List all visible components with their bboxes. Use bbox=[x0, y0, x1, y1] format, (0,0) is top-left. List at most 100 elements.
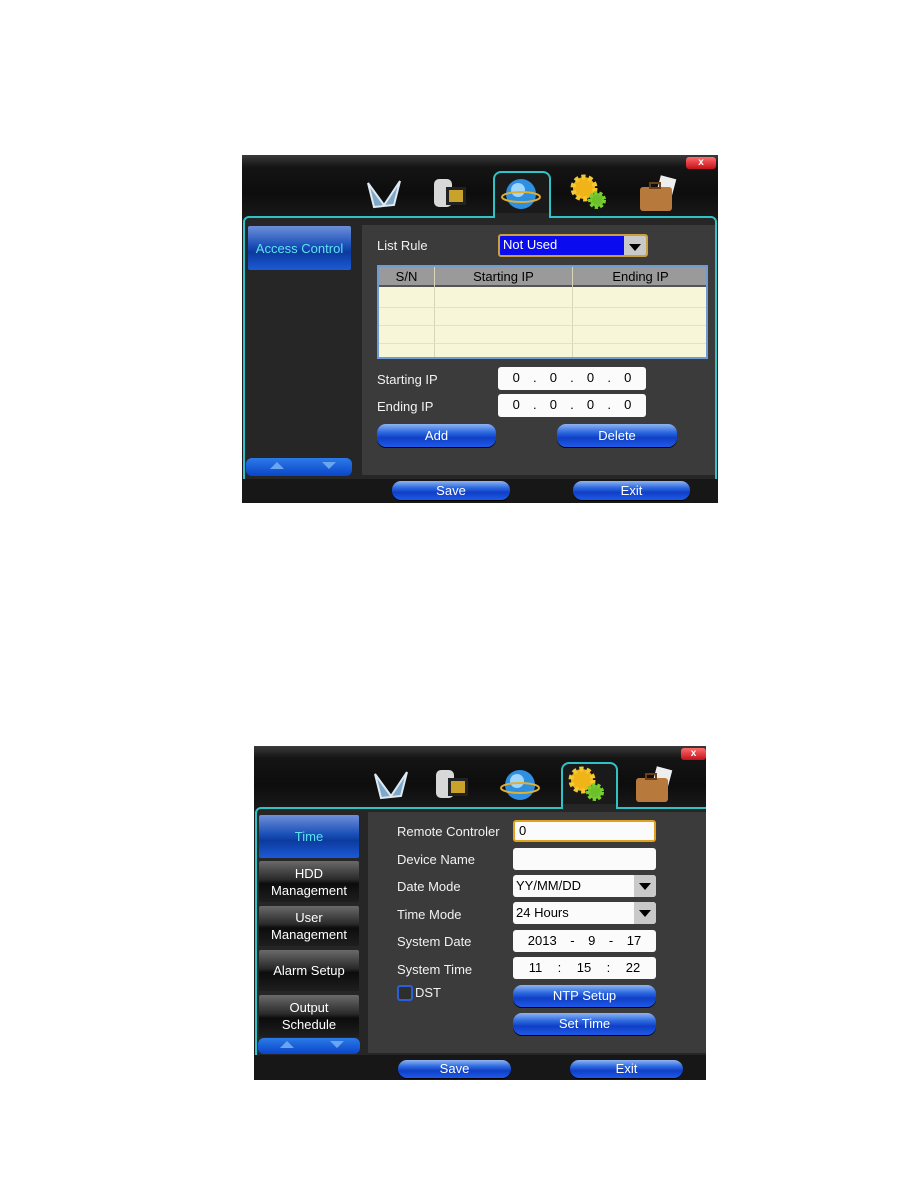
save-button[interactable]: Save bbox=[398, 1060, 511, 1078]
dst-label: DST bbox=[415, 985, 441, 1000]
time-mode-label: Time Mode bbox=[397, 907, 462, 922]
exit-button[interactable]: Exit bbox=[570, 1060, 683, 1078]
tab-camera[interactable] bbox=[430, 173, 470, 211]
ip-octet: 0 bbox=[586, 397, 595, 412]
save-button[interactable]: Save bbox=[392, 481, 510, 500]
camcorder-icon bbox=[434, 179, 466, 207]
tab-record[interactable] bbox=[364, 175, 404, 213]
system-date-label: System Date bbox=[397, 934, 472, 949]
ip-octet: 0 bbox=[512, 397, 520, 412]
sidebar-item-time[interactable]: Time bbox=[259, 815, 359, 858]
chevron-down-icon[interactable] bbox=[634, 902, 656, 924]
sidebar-item-label: Alarm Setup bbox=[273, 963, 345, 978]
ip-octet: 0 bbox=[512, 370, 520, 385]
network-globe-icon bbox=[500, 770, 540, 800]
time-mode-dropdown[interactable]: 24 Hours bbox=[513, 902, 656, 924]
set-time-button[interactable]: Set Time bbox=[513, 1013, 656, 1035]
dst-checkbox[interactable] bbox=[397, 985, 413, 1001]
scroll-up-icon[interactable] bbox=[270, 455, 284, 469]
close-button[interactable]: x bbox=[686, 157, 716, 169]
list-rule-dropdown[interactable]: Not Used bbox=[498, 234, 648, 257]
sidebar-item-label: Schedule bbox=[281, 1017, 337, 1032]
sidebar-item-hdd-management[interactable]: HDD Management bbox=[259, 861, 359, 902]
date-mode-value: YY/MM/DD bbox=[516, 878, 581, 893]
sidebar-item-access-control[interactable]: Access Control bbox=[248, 226, 351, 270]
tab-settings[interactable] bbox=[567, 765, 607, 803]
separator: : bbox=[557, 960, 562, 975]
ip-table: S/N Starting IP Ending IP bbox=[377, 265, 708, 359]
date-year: 2013 bbox=[527, 933, 557, 948]
exit-button[interactable]: Exit bbox=[573, 481, 690, 500]
delete-button[interactable]: Delete bbox=[557, 424, 677, 447]
date-mode-label: Date Mode bbox=[397, 879, 461, 894]
starting-ip-input[interactable]: 0.0.0.0 bbox=[498, 367, 646, 390]
tab-camera[interactable] bbox=[432, 764, 472, 802]
separator: : bbox=[606, 960, 611, 975]
close-button[interactable]: x bbox=[681, 748, 706, 760]
ip-octet: 0 bbox=[624, 397, 632, 412]
scroll-up-icon[interactable] bbox=[280, 1034, 294, 1048]
tab-advanced[interactable] bbox=[638, 175, 678, 213]
system-date-input[interactable]: 2013-9-17 bbox=[513, 930, 656, 952]
ending-ip-input[interactable]: 0.0.0.0 bbox=[498, 394, 646, 417]
tab-network[interactable] bbox=[500, 766, 540, 804]
sidebar-item-label: Output bbox=[289, 1000, 329, 1015]
time-second: 22 bbox=[625, 960, 641, 975]
film-reel-icon bbox=[374, 771, 408, 800]
gears-icon bbox=[570, 174, 606, 209]
starting-ip-label: Starting IP bbox=[377, 372, 438, 387]
date-month: 9 bbox=[588, 933, 596, 948]
sidebar-item-user-management[interactable]: User Management bbox=[259, 906, 359, 946]
ip-octet: 0 bbox=[586, 370, 595, 385]
sidebar-item-label: Access Control bbox=[255, 240, 344, 256]
tab-selected-bridge bbox=[563, 804, 616, 812]
briefcase-icon bbox=[636, 766, 673, 802]
ip-octet: 0 bbox=[624, 370, 632, 385]
list-rule-value: Not Used bbox=[503, 237, 558, 252]
chevron-down-icon[interactable] bbox=[624, 236, 646, 255]
sidebar-item-label: User bbox=[295, 910, 323, 925]
ending-ip-label: Ending IP bbox=[377, 399, 434, 414]
separator: - bbox=[570, 933, 575, 948]
table-row[interactable] bbox=[379, 325, 706, 326]
camcorder-icon bbox=[436, 770, 468, 798]
ip-octet: 0 bbox=[549, 397, 557, 412]
table-row[interactable] bbox=[379, 343, 706, 344]
general-settings-screen: x Time HDD Management User Management Alar… bbox=[254, 746, 706, 1080]
ip-octet: 0 bbox=[549, 370, 557, 385]
chevron-down-icon[interactable] bbox=[634, 875, 656, 897]
sidebar-scroll[interactable] bbox=[258, 1038, 360, 1054]
date-mode-dropdown[interactable]: YY/MM/DD bbox=[513, 875, 656, 897]
tab-network[interactable] bbox=[501, 175, 541, 213]
tab-settings[interactable] bbox=[569, 173, 609, 211]
film-reel-icon bbox=[367, 180, 401, 209]
remote-controler-input[interactable]: 0 bbox=[513, 820, 656, 842]
sidebar-item-alarm-setup[interactable]: Alarm Setup bbox=[259, 950, 359, 991]
sidebar-scroll[interactable] bbox=[246, 458, 352, 476]
table-row[interactable] bbox=[379, 307, 706, 308]
ntp-setup-button[interactable]: NTP Setup bbox=[513, 985, 656, 1007]
briefcase-icon bbox=[640, 175, 677, 211]
sidebar-item-label: Management bbox=[271, 927, 347, 942]
sidebar-item-output-schedule[interactable]: Output Schedule bbox=[259, 995, 359, 1037]
system-time-label: System Time bbox=[397, 962, 473, 977]
device-name-input[interactable] bbox=[513, 848, 656, 870]
gears-icon bbox=[568, 766, 604, 801]
col-header-sn: S/N bbox=[395, 269, 418, 284]
device-name-label: Device Name bbox=[397, 852, 476, 867]
network-globe-icon bbox=[501, 179, 541, 209]
tab-record[interactable] bbox=[371, 766, 411, 804]
scroll-down-icon[interactable] bbox=[330, 1041, 344, 1055]
access-control-screen: x Access Control List Rule Not Used S/N … bbox=[242, 155, 718, 503]
date-day: 17 bbox=[626, 933, 642, 948]
scroll-down-icon[interactable] bbox=[322, 462, 336, 476]
tab-advanced[interactable] bbox=[634, 766, 674, 804]
sidebar-item-label: Time bbox=[294, 829, 324, 844]
col-header-starting-ip: Starting IP bbox=[473, 269, 534, 284]
tab-selected-bridge bbox=[495, 213, 549, 221]
system-time-input[interactable]: 11:15:22 bbox=[513, 957, 656, 979]
add-button[interactable]: Add bbox=[377, 424, 496, 447]
sidebar-item-label: Management bbox=[271, 882, 347, 898]
separator: - bbox=[608, 933, 614, 948]
col-header-ending-ip: Ending IP bbox=[612, 269, 669, 284]
